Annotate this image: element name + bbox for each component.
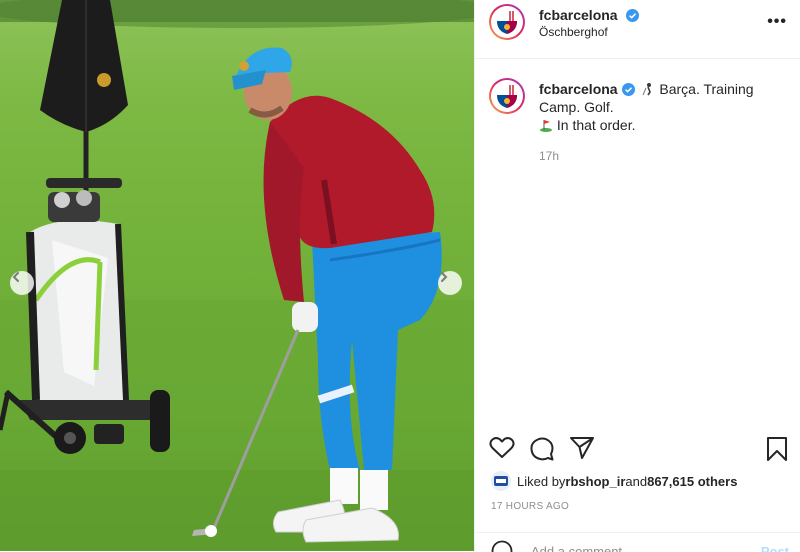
- club-crest-icon: [495, 83, 519, 109]
- chevron-left-icon: [10, 271, 22, 283]
- likes-count[interactable]: 867,615 others: [647, 474, 737, 489]
- heart-icon[interactable]: [489, 436, 515, 460]
- more-options-button[interactable]: •••: [767, 13, 787, 31]
- likes-summary: Liked by rbshop_ir and 867,615 others: [491, 471, 737, 491]
- post-actions: [489, 436, 789, 464]
- comment-icon[interactable]: [529, 436, 555, 462]
- next-photo-button[interactable]: [438, 271, 462, 295]
- share-icon[interactable]: [569, 436, 595, 460]
- caption-text-line2: In that order.: [553, 117, 636, 133]
- more-icon: •••: [767, 13, 787, 30]
- caption-time: 17h: [539, 149, 559, 163]
- bookmark-icon[interactable]: [766, 436, 788, 462]
- header-username-row: fcbarcelona: [539, 7, 639, 25]
- liker-logo-icon: [494, 476, 508, 486]
- post-header: fcbarcelona Öschberghof •••: [475, 0, 800, 59]
- verified-icon: [626, 9, 639, 22]
- emoji-icon[interactable]: [491, 540, 513, 552]
- previous-photo-button[interactable]: [10, 271, 34, 295]
- liked-middle: and: [625, 474, 647, 489]
- header-username[interactable]: fcbarcelona: [539, 7, 618, 23]
- liked-username[interactable]: rbshop_ir: [565, 474, 625, 489]
- golfer-emoji-icon: [641, 82, 655, 96]
- caption-avatar[interactable]: [489, 78, 525, 114]
- flag-in-hole-emoji-icon: [539, 118, 553, 132]
- location-link[interactable]: Öschberghof: [539, 25, 608, 39]
- chevron-right-icon: [438, 271, 450, 283]
- liked-prefix: Liked by: [517, 474, 565, 489]
- golf-scene-illustration: [0, 0, 474, 551]
- caption-username[interactable]: fcbarcelona: [539, 81, 618, 97]
- liker-avatar[interactable]: [491, 471, 511, 491]
- post-details-panel: fcbarcelona Öschberghof ••• fcbarcelona …: [474, 0, 800, 551]
- comment-box: Add a comment... Post: [475, 532, 800, 552]
- verified-icon: [622, 83, 635, 96]
- club-crest-icon: [495, 9, 519, 35]
- post-photo[interactable]: [0, 0, 474, 551]
- post-timestamp: 17 HOURS AGO: [491, 501, 569, 512]
- avatar[interactable]: [489, 4, 525, 40]
- post-caption: fcbarcelona Barça. Training Camp. Golf. …: [539, 80, 779, 134]
